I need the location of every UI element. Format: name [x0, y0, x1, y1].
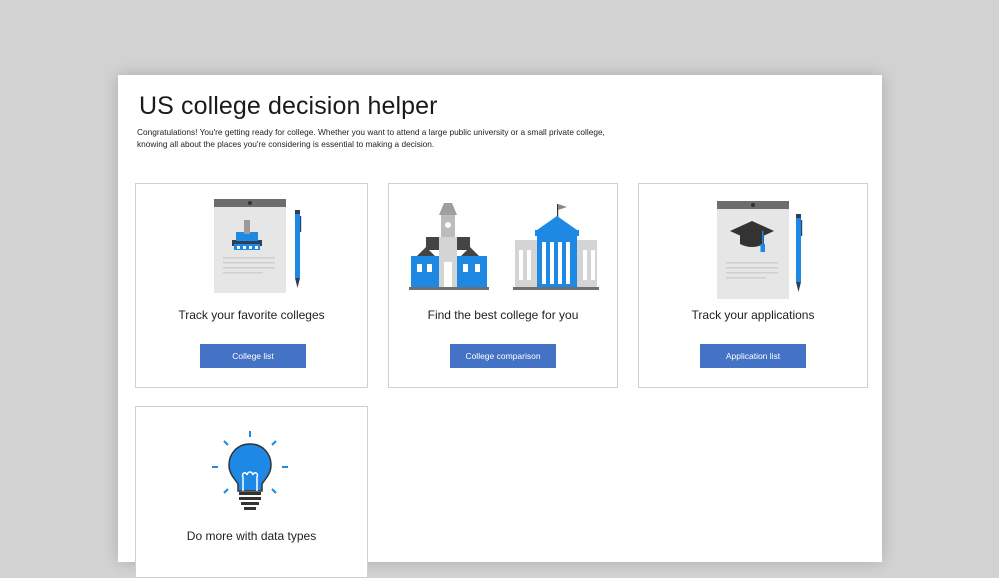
lightbulb-icon: [212, 431, 288, 510]
worksheet: US college decision helper Congratulatio…: [118, 75, 882, 578]
college-list-button[interactable]: College list: [200, 344, 306, 368]
card-label: Do more with data types: [186, 529, 317, 543]
card-label: Track your favorite colleges: [178, 308, 325, 322]
card-label: Track your applications: [691, 308, 815, 322]
page-subtitle: Congratulations! You're getting ready fo…: [137, 127, 605, 149]
graduation-notepad-icon: [717, 201, 803, 299]
card-favorite-colleges: Track your favorite colleges College lis…: [135, 183, 368, 388]
application-list-button[interactable]: Application list: [700, 344, 806, 368]
college-buildings-icon: [409, 203, 599, 290]
card-label: Find the best college for you: [427, 308, 579, 322]
card-applications: Track your applications Application list: [638, 183, 868, 388]
card-best-college: Find the best college for you College co…: [388, 183, 618, 388]
card-data-types: Do more with data types: [135, 406, 368, 578]
college-comparison-button[interactable]: College comparison: [450, 344, 556, 368]
college-notepad-icon: [214, 199, 302, 293]
page-title: US college decision helper: [139, 92, 438, 120]
